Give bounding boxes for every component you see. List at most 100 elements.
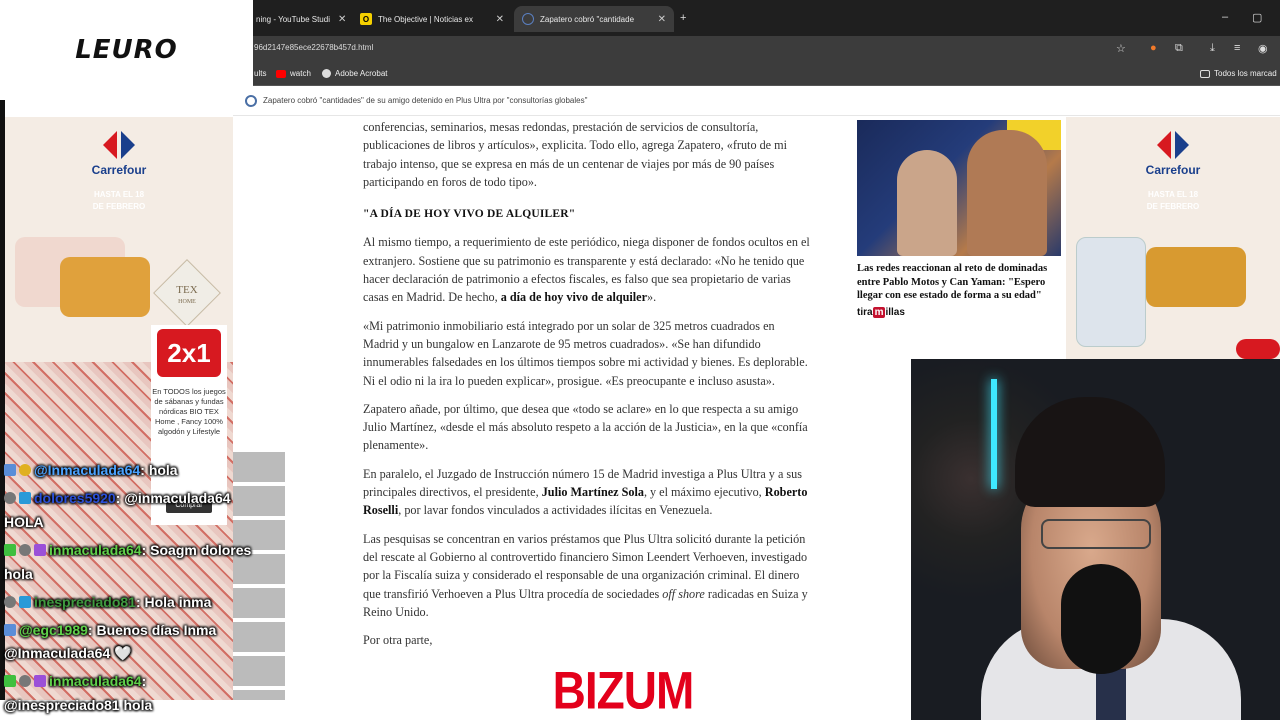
ad-date-line2: DE FEBRERO [92,202,146,211]
article-paragraph: Por otra parte, [363,633,433,648]
ad-brand: Carrefour [91,163,147,177]
tab-zapatero-article[interactable]: Zapatero cobró "cantidade ✕ [514,6,674,32]
site-logo-icon [245,95,257,107]
chat-text: : @inmaculada64 [115,490,231,506]
chat-message: dolores5920: @inmaculada64 [4,490,231,506]
discount-badge [1236,339,1280,359]
chat-text: : [141,673,147,689]
article-paragraph: En paralelo, el Juzgado de Instrucción n… [363,465,813,520]
bookmark-results[interactable]: ults [254,69,266,78]
source-part: illas [885,306,905,318]
glasses [1041,519,1151,549]
news-source: tira m illas [857,306,1062,318]
close-tab-icon[interactable]: ✕ [650,14,666,25]
news-title-link[interactable]: Las redes reaccionan al reto de dominada… [857,262,1062,303]
download-icon[interactable]: ⤓ [1210,42,1215,55]
tex-sub-text: HOME [178,299,196,305]
article-paragraph: conferencias, seminarios, mesas redondas… [363,120,787,189]
badge-icon [4,492,16,504]
article-paragraph: Las pesquisas se concentran en varios pr… [363,530,813,621]
tex-logo-text: TEX [176,284,198,296]
chat-text: : Soagm dolores [141,542,252,558]
carrefour-logo-icon [1157,131,1189,159]
close-tab-icon[interactable]: ✕ [330,14,346,25]
person-image [967,130,1047,256]
ad-date-line1: HASTA EL 18 [1147,190,1199,199]
puzzle-icon[interactable]: ⧉ [1175,42,1183,55]
extension-icon[interactable]: ● [1150,42,1157,54]
news-image[interactable] [857,120,1061,256]
led-light [991,379,997,489]
carrefour-ad-left[interactable]: Carrefour HASTA EL 18 DE FEBRERO TEX HOM… [5,117,233,700]
chat-message: @Inmaculada64: hola [4,462,178,478]
bold-text: a día de hoy vivo de alquiler [500,290,648,305]
badge-icon [19,544,31,556]
chat-message-cont: @inespreciado81 hola [4,697,153,713]
chat-message: inmaculada64: Soagm dolores [4,542,251,558]
bookmark-label: watch [290,69,311,78]
badge-icon [19,492,31,504]
webcam-feed [911,359,1280,720]
bookmark-watch[interactable]: watch [276,69,311,78]
screen: ning - YouTube Studi ✕ O The Objective |… [0,0,1280,720]
star-icon[interactable]: ☆ [1116,42,1126,55]
ad-date-line1: HASTA EL 18 [93,190,145,199]
minimize-icon[interactable]: – [1222,11,1228,23]
tab-title: The Objective | Noticias ex [378,14,474,24]
chat-text: : hola [140,462,178,478]
pillow-image [1146,247,1246,307]
ad-date-line2: DE FEBRERO [1146,202,1200,211]
chat-username: inmaculada64 [49,673,142,689]
acrobat-icon [322,69,331,78]
close-tab-icon[interactable]: ✕ [488,14,504,25]
the-objective-favicon-icon: O [360,13,372,25]
chat-username: inmaculada64 [49,542,142,558]
article-paragraph: Al mismo tiempo, a requerimiento de este… [363,233,813,306]
badge-icon [4,544,16,556]
carrefour-ad-right[interactable]: Carrefour HASTA EL 18 DE FEBRERO [1066,117,1280,359]
badge-icon [34,675,46,687]
source-part: tira [857,306,873,318]
folder-icon [1200,69,1210,78]
chat-message: inespreciado81: Hola inma [4,594,211,610]
badge-icon [4,464,16,476]
sticky-article-title: Zapatero cobró "cantidades" de su amigo … [263,96,588,105]
related-news-card[interactable]: Las redes reaccionan al reto de dominada… [857,120,1062,318]
tab-the-objective[interactable]: O The Objective | Noticias ex ✕ [352,6,512,32]
chat-username: @Inmaculada64 [34,462,141,478]
chat-username: inespreciado81 [34,594,136,610]
badge-icon [34,544,46,556]
badge-icon [19,596,31,608]
italic-text: off shore [662,586,705,601]
bold-text: Julio Martínez Sola [541,485,644,500]
tab-title: ning - YouTube Studi [256,14,330,24]
chat-message-cont: @Inmaculada64 🤍 [4,645,132,661]
maximize-icon[interactable]: ▢ [1252,11,1262,24]
menu-list-icon[interactable]: ≡ [1234,42,1240,54]
bookmark-label: Todos los marcad [1214,69,1277,78]
profile-icon[interactable]: ◉ [1258,42,1268,55]
channel-logo: LEURO [0,0,253,100]
article-subheading: "A DÍA DE HOY VIVO DE ALQUILER" [363,208,576,221]
badge-icon [19,464,31,476]
ad-brand: Carrefour [1145,163,1201,177]
all-bookmarks[interactable]: Todos los marcad [1200,69,1277,78]
text-span: ». [647,290,657,305]
microphone [1061,564,1141,674]
new-tab-icon[interactable]: + [680,12,686,24]
source-part: m [872,306,886,318]
text-span: , y el máximo ejecutivo, [643,485,765,500]
url-text[interactable]: 96d2147e85ece22678b457d.html [254,43,373,52]
badge-icon [19,675,31,687]
person-image [897,150,957,256]
promo-text: En TODOS los juegos de sábanas y fundas … [152,387,226,436]
chat-text: : Hola inma [135,594,212,610]
text-span: , por lavar fondos vinculados a activida… [398,503,713,518]
pillow-image [60,257,150,317]
sticky-article-header: Zapatero cobró "cantidades" de su amigo … [233,88,1280,116]
article-paragraph: Zapatero añade, por último, que desea qu… [363,401,808,453]
youtube-icon [276,69,286,78]
tab-youtube-studio[interactable]: ning - YouTube Studi ✕ [248,6,352,32]
bookmark-adobe-acrobat[interactable]: Adobe Acrobat [322,69,387,78]
chat-background [233,452,285,700]
